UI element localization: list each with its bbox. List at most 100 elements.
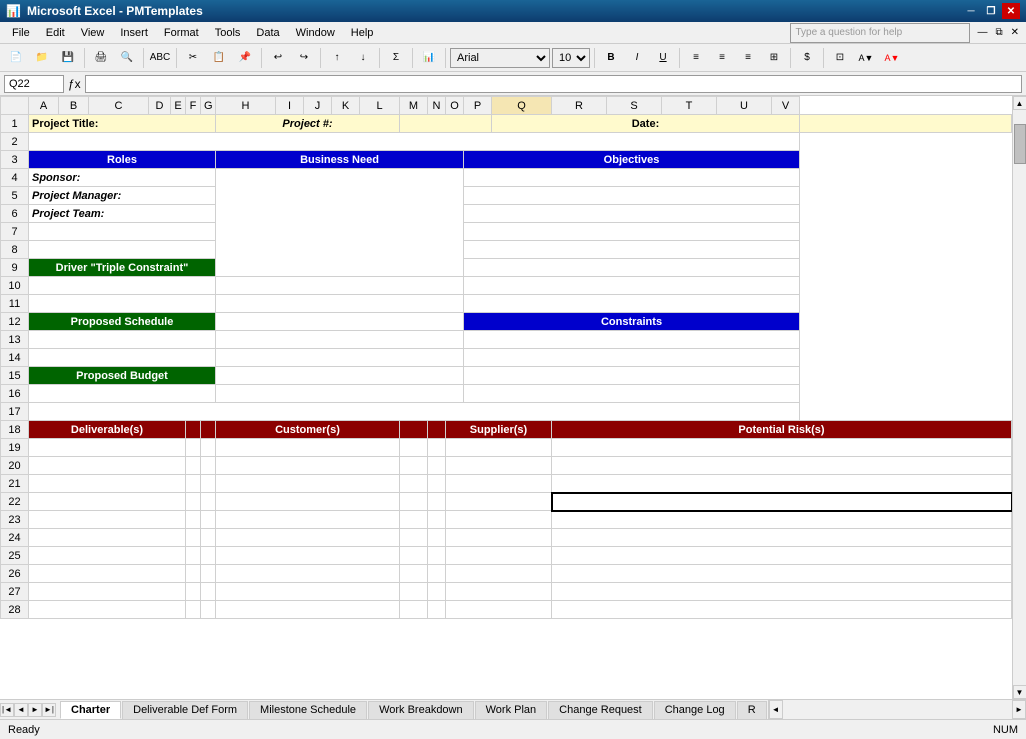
cell-con-14[interactable] <box>464 349 800 367</box>
menu-help[interactable]: Help <box>343 25 382 41</box>
col-header-r[interactable]: R <box>552 97 607 115</box>
tab-nav-last[interactable]: ►| <box>42 703 56 717</box>
cell-h1[interactable]: Project #: <box>216 115 400 133</box>
cell-obj-6[interactable] <box>464 205 800 223</box>
menu-view[interactable]: View <box>73 25 113 41</box>
cell-a10[interactable] <box>29 277 216 295</box>
cell-pm[interactable]: Project Manager: <box>29 187 216 205</box>
cell-sup-20[interactable] <box>446 457 552 475</box>
print-button[interactable]: 🖨 <box>89 47 113 69</box>
scroll-right-button[interactable]: ► <box>1012 700 1026 719</box>
cell-reference-box[interactable] <box>4 75 64 93</box>
col-header-v[interactable]: V <box>772 97 800 115</box>
cell-biz-14[interactable] <box>216 349 464 367</box>
horizontal-scrollbar[interactable]: ◄ ► <box>768 700 1026 719</box>
sheet-tab-workbreakdown[interactable]: Work Breakdown <box>368 701 474 719</box>
cell-a2[interactable] <box>29 133 800 151</box>
cell-biz-13[interactable] <box>216 331 464 349</box>
col-header-o[interactable]: O <box>446 97 464 115</box>
cell-business-need-header[interactable]: Business Need <box>216 151 464 169</box>
cell-a14[interactable] <box>29 349 216 367</box>
col-header-t[interactable]: T <box>662 97 717 115</box>
scroll-left-button[interactable]: ◄ <box>769 700 783 719</box>
align-right-button[interactable]: ≡ <box>736 47 760 69</box>
cell-customers-header[interactable]: Customer(s) <box>216 421 400 439</box>
col-header-p[interactable]: P <box>464 97 492 115</box>
col-header-n[interactable]: N <box>428 97 446 115</box>
preview-button[interactable]: 🔍 <box>115 47 139 69</box>
new-button[interactable]: 📄 <box>4 47 28 69</box>
cell-business-need-content[interactable] <box>216 169 464 277</box>
font-color-button[interactable]: A▼ <box>880 47 904 69</box>
sheet-tab-deliverable[interactable]: Deliverable Def Form <box>122 701 248 719</box>
cell-sup-22[interactable] <box>446 493 552 511</box>
merge-button[interactable]: ⊞ <box>762 47 786 69</box>
cell-driver-header[interactable]: Driver "Triple Constraint" <box>29 259 216 277</box>
cell-cust-19[interactable] <box>216 439 400 457</box>
cell-a16[interactable] <box>29 385 216 403</box>
col-header-j[interactable]: J <box>304 97 332 115</box>
chart-button[interactable]: 📊 <box>417 47 441 69</box>
col-header-u[interactable]: U <box>717 97 772 115</box>
help-search[interactable]: Type a question for help <box>790 23 970 43</box>
scroll-down-button[interactable]: ▼ <box>1013 685 1026 699</box>
minimize-app-btn[interactable]: — <box>974 27 990 38</box>
tab-nav-prev[interactable]: ◄ <box>14 703 28 717</box>
restore-button[interactable]: ❐ <box>982 3 1000 19</box>
cell-deliverables-header[interactable]: Deliverable(s) <box>29 421 186 439</box>
menu-window[interactable]: Window <box>288 25 343 41</box>
cell-con-16[interactable] <box>464 385 800 403</box>
cell-a13[interactable] <box>29 331 216 349</box>
borders-button[interactable]: ⊡ <box>828 47 852 69</box>
cell-obj-5[interactable] <box>464 187 800 205</box>
cell-q1[interactable]: Date: <box>492 115 800 133</box>
sheet-tab-workplan[interactable]: Work Plan <box>475 701 548 719</box>
cell-risk-19[interactable] <box>552 439 1012 457</box>
cell-proposed-budget-header[interactable]: Proposed Budget <box>29 367 216 385</box>
col-header-e[interactable]: E <box>171 97 186 115</box>
cell-del-21[interactable] <box>29 475 186 493</box>
open-button[interactable]: 📁 <box>30 47 54 69</box>
bold-button[interactable]: B <box>599 47 623 69</box>
spell-button[interactable]: ABC <box>148 47 172 69</box>
scroll-thumb[interactable] <box>1014 124 1026 164</box>
cell-a11[interactable] <box>29 295 216 313</box>
cell-q22-selected[interactable] <box>552 493 1012 511</box>
cell-obj-11[interactable] <box>464 295 800 313</box>
vertical-scrollbar[interactable]: ▲ ▼ <box>1012 96 1026 699</box>
cell-obj-10[interactable] <box>464 277 800 295</box>
menu-file[interactable]: File <box>4 25 38 41</box>
cell-con-13[interactable] <box>464 331 800 349</box>
scroll-up-button[interactable]: ▲ <box>1013 96 1026 110</box>
cell-a8[interactable] <box>29 241 216 259</box>
cell-proposed-sched-header[interactable]: Proposed Schedule <box>29 313 216 331</box>
window-controls[interactable]: ─ ❐ ✕ <box>962 3 1020 19</box>
save-button[interactable]: 💾 <box>56 47 80 69</box>
close-button[interactable]: ✕ <box>1002 3 1020 19</box>
cell-v1[interactable] <box>800 115 1012 133</box>
col-header-c[interactable]: C <box>89 97 149 115</box>
cell-cust-21[interactable] <box>216 475 400 493</box>
undo-button[interactable]: ↩ <box>266 47 290 69</box>
cell-risk-20[interactable] <box>552 457 1012 475</box>
italic-button[interactable]: I <box>625 47 649 69</box>
col-header-a[interactable]: A <box>29 97 59 115</box>
fill-color-button[interactable]: A▼ <box>854 47 878 69</box>
cell-sup-19[interactable] <box>446 439 552 457</box>
paste-button[interactable]: 📌 <box>233 47 257 69</box>
tab-nav-first[interactable]: |◄ <box>0 703 14 717</box>
cell-con-15[interactable] <box>464 367 800 385</box>
cell-del-22[interactable] <box>29 493 186 511</box>
align-left-button[interactable]: ≡ <box>684 47 708 69</box>
col-header-b[interactable]: B <box>59 97 89 115</box>
cell-risks-header[interactable]: Potential Risk(s) <box>552 421 1012 439</box>
restore-app-btn[interactable]: ⧉ <box>992 27 1005 38</box>
col-header-g[interactable]: G <box>201 97 216 115</box>
font-name-combo[interactable]: Arial <box>450 48 550 68</box>
sort-asc-button[interactable]: ↑ <box>325 47 349 69</box>
col-header-m[interactable]: M <box>400 97 428 115</box>
formula-input[interactable] <box>85 75 1022 93</box>
cell-biz-11[interactable] <box>216 295 464 313</box>
cell-sup-21[interactable] <box>446 475 552 493</box>
align-center-button[interactable]: ≡ <box>710 47 734 69</box>
